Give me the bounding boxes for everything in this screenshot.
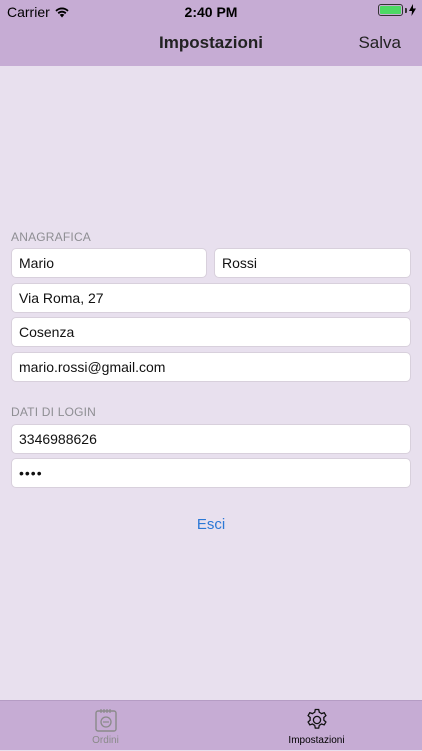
section-header-anagrafica: ANAGRAFICA (11, 230, 91, 244)
phone-field[interactable] (11, 424, 411, 454)
tab-impostazioni[interactable]: Impostazioni (211, 701, 422, 751)
tab-label: Impostazioni (288, 735, 344, 746)
address-field[interactable] (11, 283, 411, 313)
section-header-login: DATI DI LOGIN (11, 405, 96, 419)
logout-button[interactable]: Esci (0, 516, 422, 533)
city-field[interactable] (11, 317, 411, 347)
save-button[interactable]: Salva (358, 33, 401, 53)
password-field[interactable] (11, 458, 411, 488)
battery-icon (378, 4, 403, 16)
first-name-field[interactable] (11, 248, 207, 278)
orders-icon (93, 707, 119, 733)
battery-indicator (378, 4, 416, 16)
tab-ordini[interactable]: Ordini (0, 701, 211, 751)
gear-icon (304, 707, 330, 733)
status-time: 2:40 PM (0, 4, 422, 20)
charging-icon (409, 4, 416, 16)
navigation-bar: Impostazioni Salva (0, 22, 422, 66)
email-field[interactable] (11, 352, 411, 382)
tab-label: Ordini (92, 735, 119, 746)
status-bar: Carrier 2:40 PM (0, 0, 422, 22)
tab-bar: Ordini Impostazioni (0, 700, 422, 750)
last-name-field[interactable] (214, 248, 411, 278)
